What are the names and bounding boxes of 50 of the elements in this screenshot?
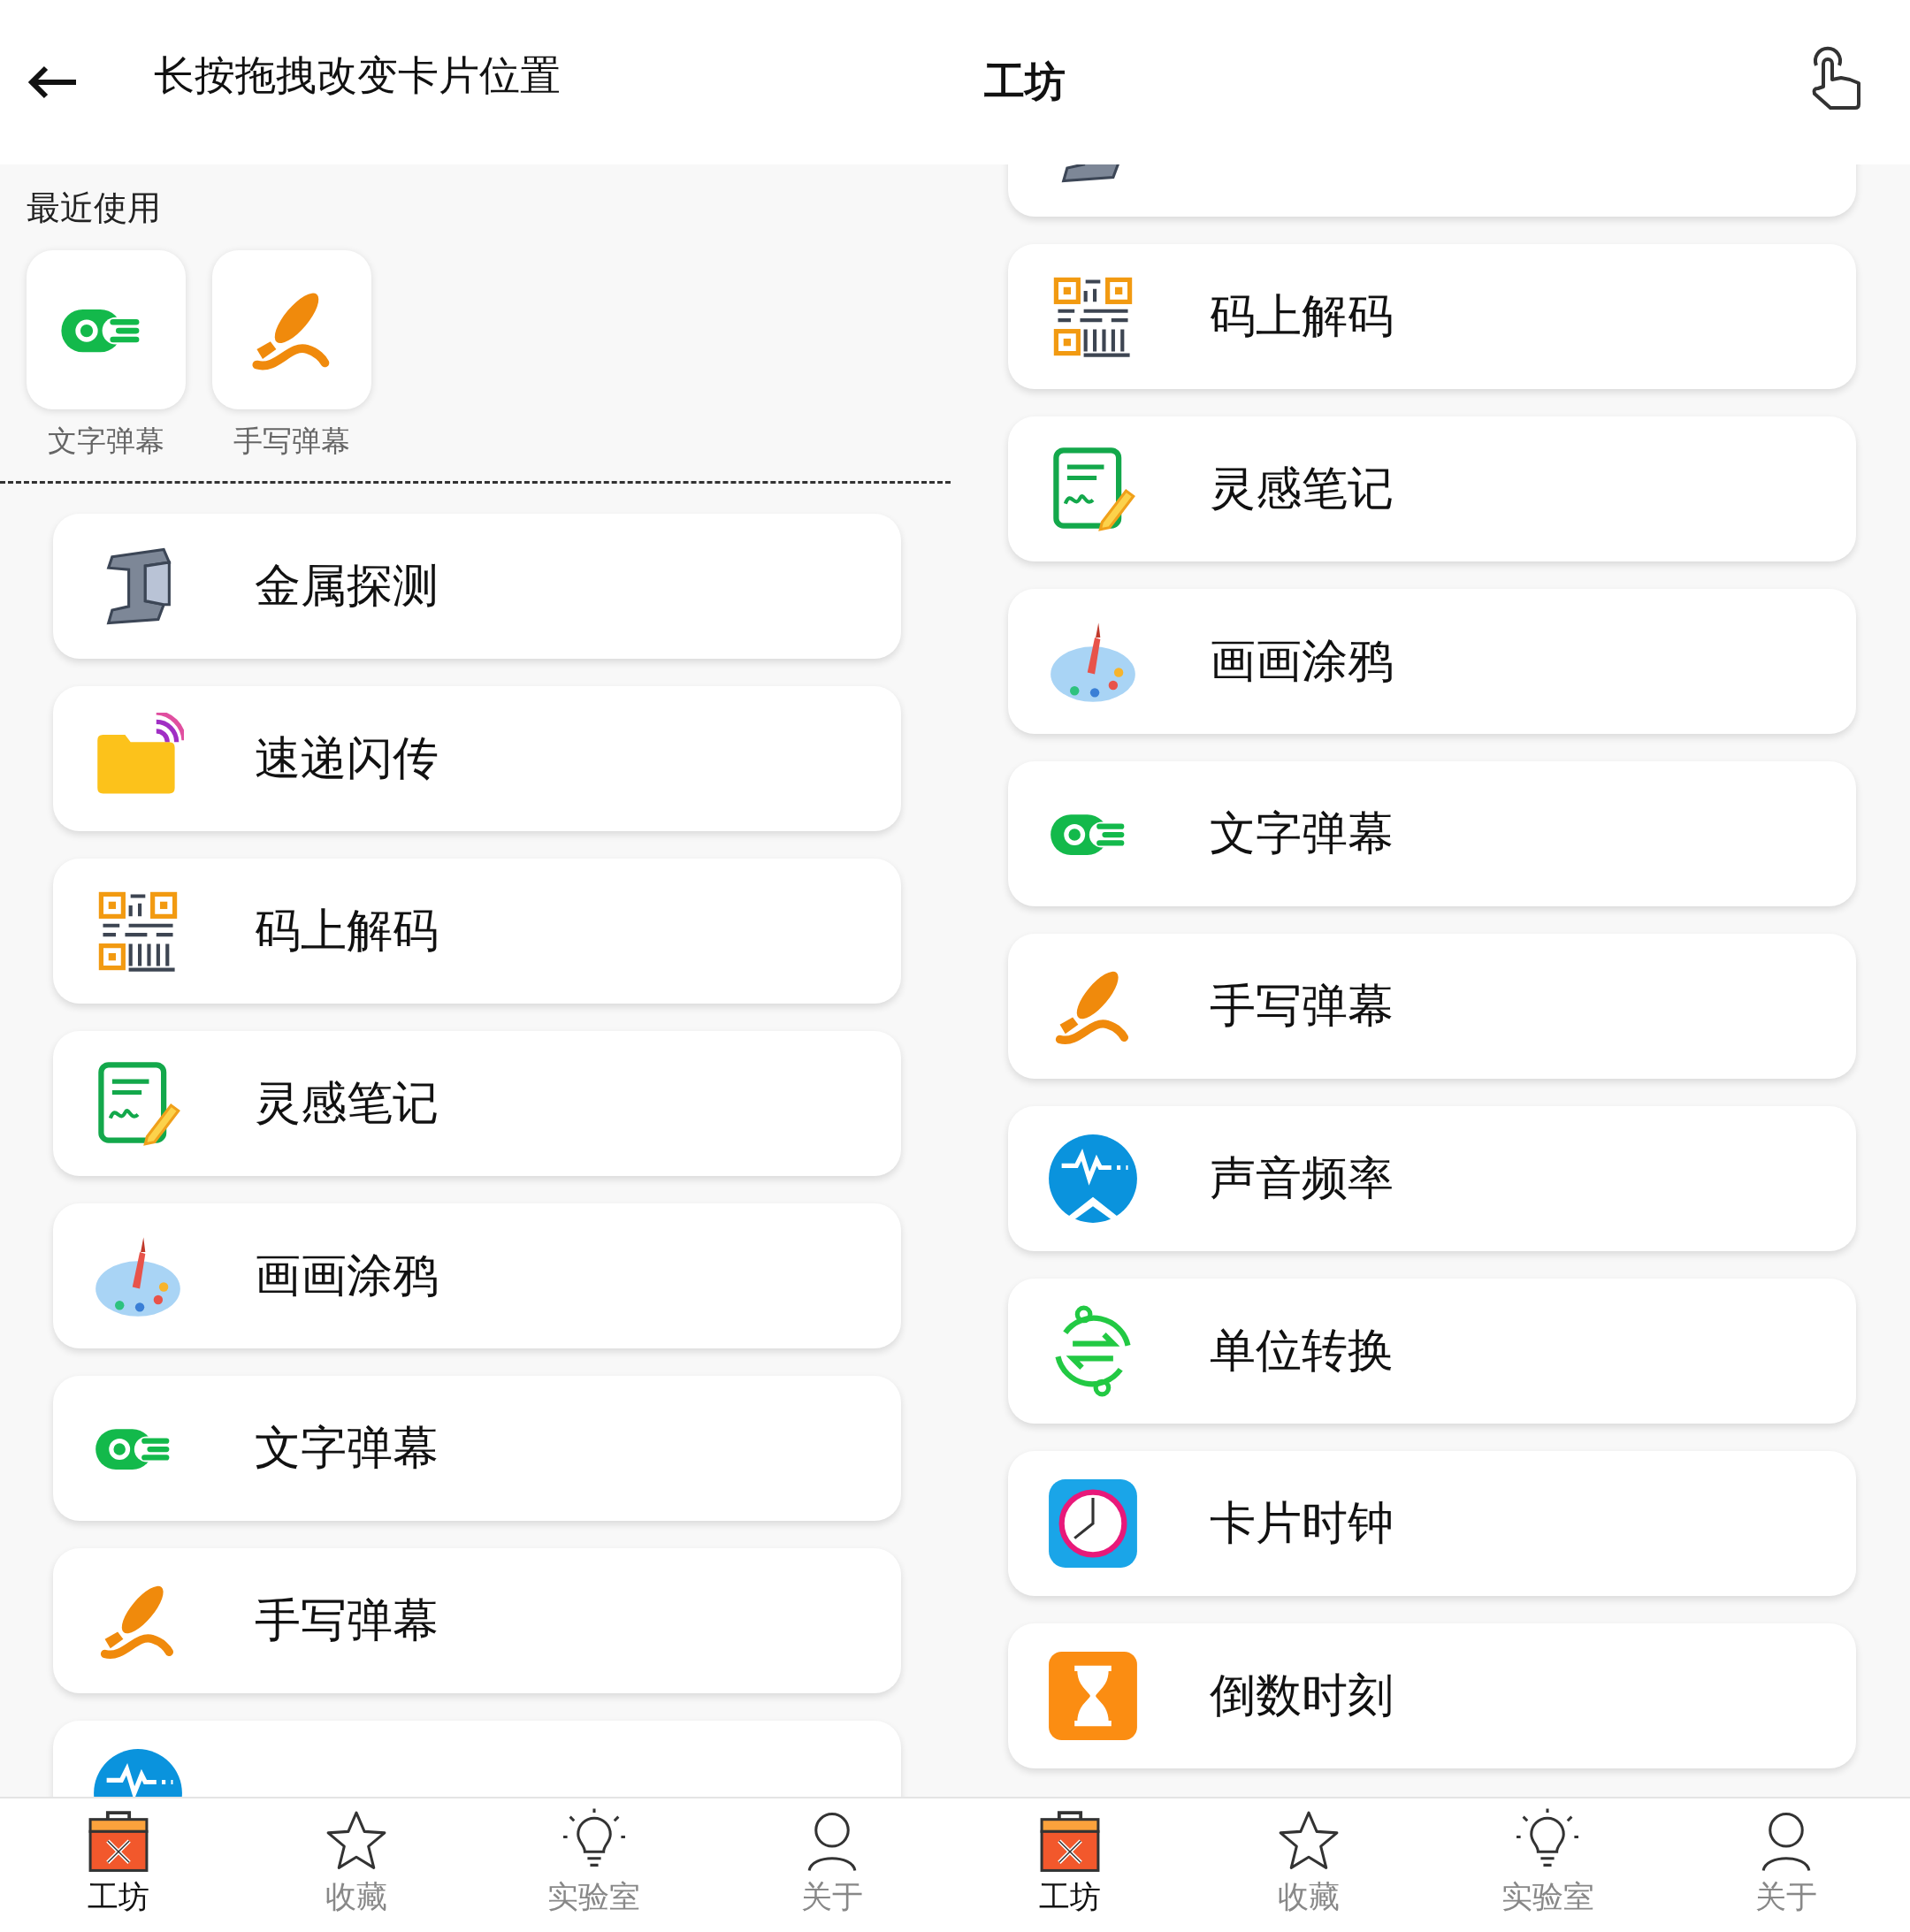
page-title: 工坊 xyxy=(984,57,1066,107)
tool-label: 文字弹幕 xyxy=(48,423,164,460)
nav-tab[interactable]: 关于 xyxy=(713,1798,951,1932)
nav-tab[interactable]: 工坊 xyxy=(0,1798,238,1932)
tool-name: 手写弹幕 xyxy=(255,1592,439,1648)
hourglass-icon xyxy=(1047,1650,1139,1742)
tool-card[interactable]: 码上解码 xyxy=(1008,244,1856,389)
tool-name: 金属探测 xyxy=(255,558,439,614)
nav-tab[interactable]: 关于 xyxy=(1667,1798,1906,1932)
tool-label: 手写弹幕 xyxy=(233,423,350,460)
tool-name: 声音频率 xyxy=(1210,1150,1394,1206)
tool-name: 手写弹幕 xyxy=(1210,978,1394,1034)
tool-name: 速递闪传 xyxy=(255,730,439,786)
nav-tab[interactable]: 收藏 xyxy=(1189,1798,1428,1932)
tool-name: 文字弹幕 xyxy=(1210,806,1394,861)
tool-card[interactable]: 灵感笔记 xyxy=(1008,416,1856,561)
tool-name: 码上解码 xyxy=(255,903,439,958)
tool-card[interactable]: 声音频率 xyxy=(1008,1106,1856,1251)
tool-name: 文字弹幕 xyxy=(255,1420,439,1476)
recent-tool-tile[interactable] xyxy=(212,250,371,409)
tool-name: 灵感笔记 xyxy=(1210,461,1394,516)
tool-card[interactable]: 速递闪传 xyxy=(53,686,901,831)
tool-card[interactable]: 灵感笔记 xyxy=(53,1031,901,1176)
sound-wave-icon xyxy=(1047,1133,1139,1225)
clock-icon xyxy=(1047,1478,1139,1569)
recent-tool-tile[interactable] xyxy=(27,250,186,409)
tool-name: 灵感笔记 xyxy=(255,1075,439,1131)
section-title: 最近使用 xyxy=(26,187,162,229)
tool-card[interactable]: 文字弹幕 xyxy=(53,1376,901,1521)
tool-card[interactable]: 画画涂鸦 xyxy=(53,1203,901,1348)
tool-name: 倒数时刻 xyxy=(1210,1668,1394,1723)
nav-tab[interactable]: 实验室 xyxy=(1428,1798,1667,1932)
tool-card[interactable]: 码上解码 xyxy=(53,859,901,1004)
nav-tab[interactable]: 实验室 xyxy=(475,1798,714,1932)
tool-name: 码上解码 xyxy=(1210,288,1394,344)
tool-card[interactable]: 倒数时刻 xyxy=(1008,1623,1856,1768)
page-title: 长按拖拽改变卡片位置 xyxy=(154,50,561,101)
tool-name: 卡片时钟 xyxy=(1210,1495,1394,1551)
tool-card[interactable]: 画画涂鸦 xyxy=(1008,589,1856,734)
tool-card[interactable]: 单位转换 xyxy=(1008,1279,1856,1424)
tool-name: 画画涂鸦 xyxy=(1210,633,1394,689)
tool-card[interactable]: 卡片时钟 xyxy=(1008,1451,1856,1596)
tool-card[interactable]: 手写弹幕 xyxy=(1008,934,1856,1079)
nav-tab[interactable]: 工坊 xyxy=(951,1798,1189,1932)
tool-card[interactable]: 手写弹幕 xyxy=(53,1548,901,1693)
tool-name: 画画涂鸦 xyxy=(255,1248,439,1303)
tool-card[interactable]: 金属探测 xyxy=(53,514,901,659)
tool-card[interactable]: 文字弹幕 xyxy=(1008,761,1856,906)
tool-name: 单位转换 xyxy=(1210,1323,1394,1378)
nav-tab[interactable]: 收藏 xyxy=(237,1798,476,1932)
